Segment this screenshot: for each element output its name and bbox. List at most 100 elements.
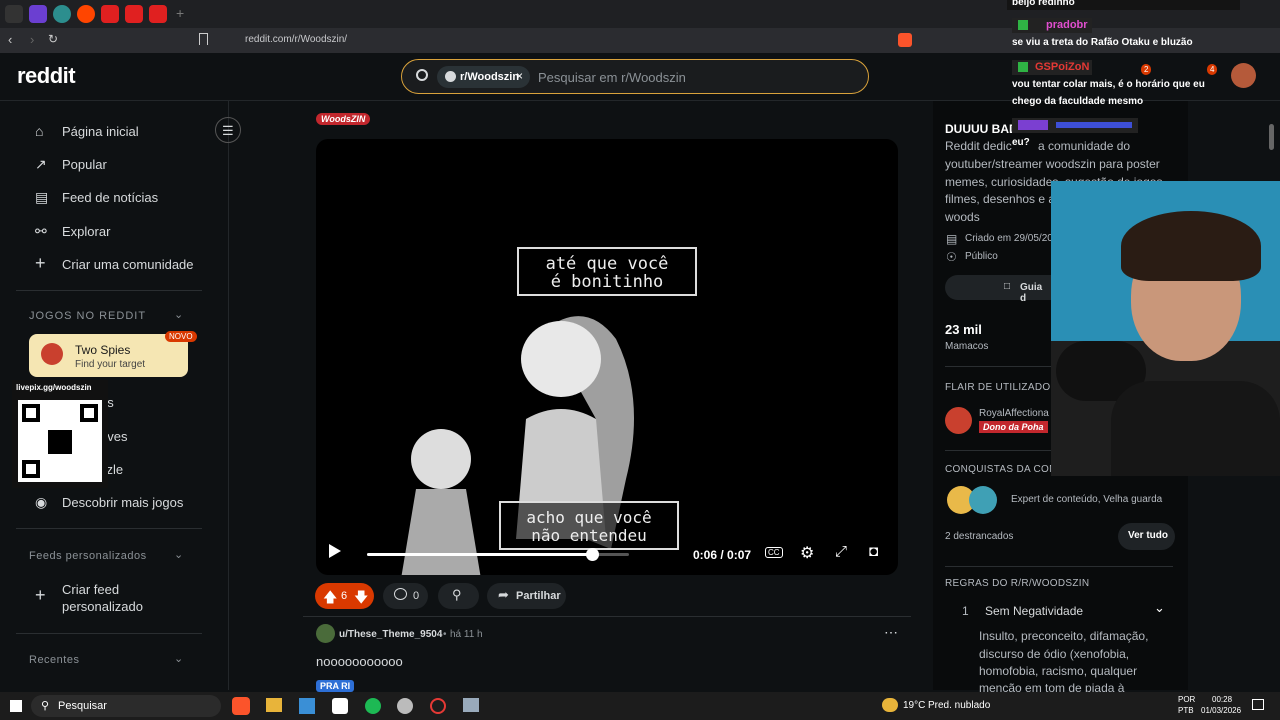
nav-news[interactable]: Feed de notícias	[62, 190, 158, 205]
tab-youtube-icon[interactable]	[125, 5, 143, 23]
weather-temp[interactable]: 19°C	[903, 700, 925, 711]
chat-message: beijo redinho	[1012, 0, 1075, 8]
comment-icon	[394, 588, 407, 600]
reddit-logo[interactable]: reddit	[17, 63, 76, 89]
video-player[interactable]: até que você é bonitinho acho que você n…	[316, 139, 898, 575]
collapse-sidebar-button[interactable]: ☰	[215, 117, 241, 143]
caption-bottom-box: acho que você não entendeu	[499, 501, 679, 550]
progress-handle[interactable]	[585, 548, 599, 561]
chevron-down-icon[interactable]: ⌄	[174, 652, 183, 665]
nav-popular[interactable]: Popular	[62, 157, 107, 172]
chevron-down-icon[interactable]: ⌄	[1154, 600, 1165, 616]
file-explorer-icon[interactable]	[266, 698, 282, 712]
chevron-down-icon[interactable]: ⌄	[174, 308, 183, 321]
community-desc-line: Reddit dedic	[945, 139, 1012, 153]
bookmark-icon[interactable]	[199, 33, 208, 45]
obs-icon[interactable]	[430, 698, 446, 714]
app-icon[interactable]	[332, 698, 348, 714]
flair-user-avatar[interactable]	[945, 407, 972, 434]
chat-message: se viu a treta do Rafão Otaku e bluzão	[1012, 37, 1193, 48]
scrollbar-thumb[interactable]	[1269, 124, 1274, 150]
downvote-icon[interactable]: 🡇	[354, 587, 368, 611]
nav-discover-games[interactable]: Descobrir mais jogos	[62, 495, 183, 510]
share-label: Partilhar	[516, 590, 561, 602]
more-options-icon[interactable]: ⋯	[884, 624, 898, 641]
nav-explore[interactable]: Explorar	[62, 224, 110, 239]
share-icon: ➦	[498, 587, 509, 602]
captions-icon[interactable]: CC	[765, 547, 783, 558]
flair-section-title: FLAIR DE UTILIZADOR	[945, 382, 1058, 393]
upvote-icon[interactable]: 🡅	[323, 587, 337, 611]
play-icon[interactable]	[329, 544, 341, 558]
tab-youtube-icon[interactable]	[101, 5, 119, 23]
brave-icon[interactable]	[232, 697, 250, 715]
fullscreen-icon[interactable]: ⤢	[835, 543, 847, 560]
url-text[interactable]: reddit.com/r/Woodszin/	[245, 34, 347, 45]
tab-icon[interactable]	[53, 5, 71, 23]
chevron-down-icon[interactable]: ⌄	[174, 548, 183, 561]
rule-number: 1	[962, 604, 969, 618]
volume-icon[interactable]: ◘	[869, 543, 878, 560]
game-card-two-spies[interactable]: Two Spies Find your target	[29, 334, 188, 377]
share-button[interactable]: ➦ Partilhar	[487, 583, 566, 609]
divider	[945, 366, 1051, 367]
comment-user[interactable]: u/These_Theme_9504	[339, 629, 442, 640]
comments-button[interactable]: 0	[383, 583, 428, 609]
app-icon[interactable]	[463, 698, 479, 712]
app-icon[interactable]	[397, 698, 413, 714]
tab-youtube-icon[interactable]	[149, 5, 167, 23]
chat-message: eu?	[1012, 137, 1030, 148]
chip-close-icon[interactable]: ×	[516, 69, 523, 83]
weather-text[interactable]: Pred. nublado	[928, 700, 990, 711]
reload-icon[interactable]: ↻	[48, 32, 58, 46]
award-button[interactable]: ⚲	[438, 583, 479, 609]
cake-icon: ▤	[946, 232, 958, 246]
webcam-shirt	[1111, 381, 1280, 476]
nav-create-community[interactable]: Criar uma comunidade	[62, 257, 194, 272]
brave-shield-icon[interactable]	[898, 33, 912, 47]
recent-section-title[interactable]: Recentes	[29, 654, 79, 666]
settings-gear-icon[interactable]: ⚙	[800, 543, 814, 563]
user-avatar[interactable]	[1231, 63, 1256, 88]
forward-icon[interactable]: ›	[30, 32, 34, 47]
search-icon	[416, 69, 428, 81]
caption-top-box: até que você é bonitinho	[517, 247, 697, 296]
spotify-icon[interactable]	[365, 698, 381, 714]
create-feed-line2[interactable]: personalizado	[62, 599, 143, 614]
commenter-avatar[interactable]	[316, 624, 335, 643]
windows-start-icon[interactable]	[10, 700, 22, 712]
new-tab-icon[interactable]: +	[176, 5, 184, 21]
language-line1[interactable]: POR	[1178, 695, 1195, 704]
taskbar-search[interactable]: ⚲ Pesquisar	[31, 695, 221, 717]
chat-badge-row: pradobr	[1012, 18, 1092, 33]
clock-date[interactable]: 01/03/2026	[1201, 706, 1241, 715]
create-feed-line1[interactable]: Criar feed	[62, 582, 119, 597]
chat-badge-row	[1012, 118, 1138, 133]
divider	[945, 450, 1051, 451]
tab-icon[interactable]	[29, 5, 47, 23]
divider	[16, 528, 202, 529]
notifications-icon[interactable]	[1252, 699, 1264, 710]
rule-line: discurso de ódio (xenofobia,	[979, 647, 1130, 661]
tab-icon[interactable]	[5, 5, 23, 23]
games-section-title[interactable]: JOGOS NO REDDIT	[29, 310, 146, 322]
nav-home[interactable]: Página inicial	[62, 124, 139, 139]
vote-pill[interactable]: 🡅 6 🡇	[315, 583, 374, 609]
see-all-button[interactable]: Ver tudo	[1118, 523, 1175, 550]
guide-button[interactable]: □ Guia d	[945, 275, 1051, 304]
clock-time[interactable]: 00:28	[1212, 695, 1232, 704]
subreddit-chip[interactable]: r/Woodszin ×	[437, 66, 530, 88]
post-flair[interactable]: WoodsZIN	[316, 113, 371, 125]
search-placeholder: Pesquisar em r/Woodszin	[538, 70, 686, 85]
rule-title[interactable]: Sem Negatividade	[985, 604, 1083, 618]
two-spies-icon	[41, 343, 63, 365]
back-icon[interactable]: ‹	[8, 32, 12, 47]
app-icon[interactable]	[299, 698, 315, 714]
language-line2[interactable]: PTB	[1178, 706, 1194, 715]
community-desc-line: youtuber/streamer woodszin para poster	[945, 157, 1160, 171]
tab-reddit-icon[interactable]	[77, 5, 95, 23]
feeds-section-title[interactable]: Feeds personalizados	[29, 550, 147, 562]
progress-track[interactable]	[367, 548, 629, 561]
created-date: Criado em 29/05/20	[965, 233, 1053, 244]
divider	[16, 290, 202, 291]
